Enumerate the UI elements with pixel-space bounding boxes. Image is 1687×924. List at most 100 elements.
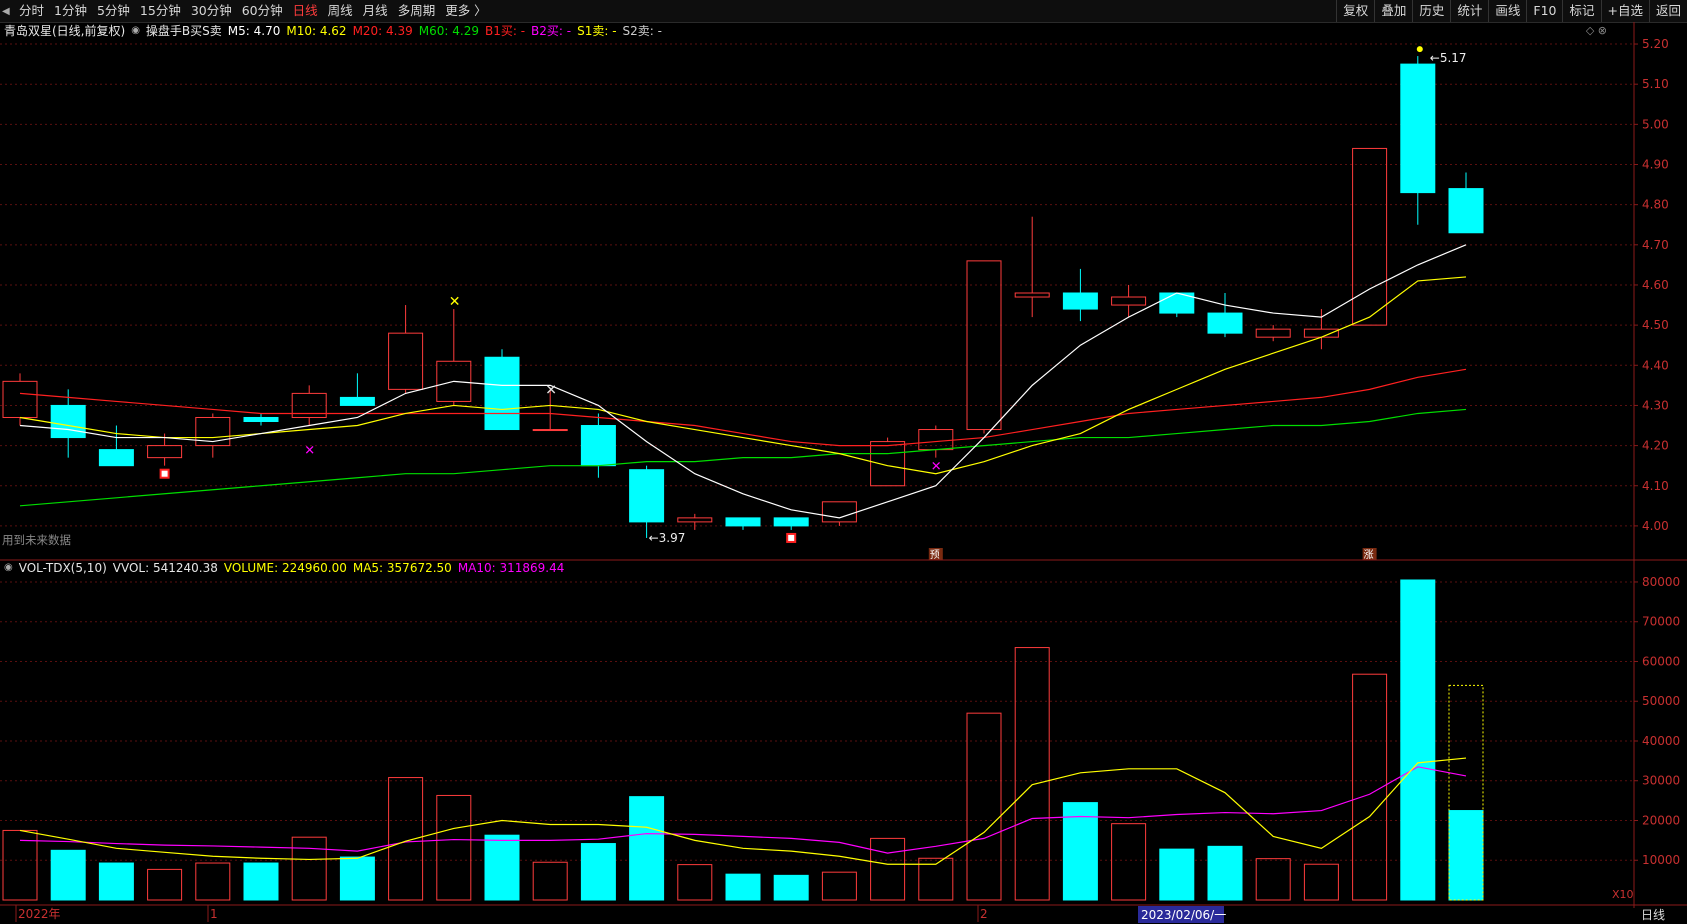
candle-body-14 (677, 517, 713, 523)
volume-chart: X10 (2, 579, 1634, 901)
vol-tick-label-5: 60000 (1642, 654, 1680, 668)
candle-body-15 (725, 517, 761, 527)
volume-bar-15 (725, 873, 761, 901)
volume-bar-11 (532, 861, 568, 901)
low-price-label: ←3.97 (649, 531, 686, 545)
volume-bar-6 (291, 836, 327, 901)
vol-tick-label-7: 80000 (1642, 575, 1680, 589)
volume-bar-30 (1448, 810, 1484, 901)
volume-bar-12 (580, 843, 616, 901)
price-tick-label-8: 4.80 (1642, 198, 1669, 212)
price-tick-label-0: 4.00 (1642, 519, 1669, 533)
candle-body-27 (1303, 328, 1339, 338)
low-marker-0 (159, 468, 170, 479)
candle-body-8 (388, 332, 424, 390)
candle-body-2 (98, 449, 134, 467)
volume-bar-2 (98, 862, 134, 901)
candle-body-16 (773, 517, 809, 527)
volume-bar-13 (629, 796, 665, 901)
volume-bar-18 (870, 837, 906, 901)
sell-signal-1: ✕ (545, 382, 557, 398)
volume-bar-24 (1159, 848, 1195, 901)
marker-yu: 预 (930, 549, 940, 561)
vol-tick-label-6: 70000 (1642, 615, 1680, 629)
vol-scale-label: X10 (1612, 888, 1634, 901)
period-label: 日线 (1641, 908, 1665, 922)
x-label-2: 2 (980, 907, 988, 921)
candle-body-11 (532, 429, 568, 432)
vol-ma5-line (19, 757, 1467, 865)
buy-signal-0: ✕ (304, 444, 315, 459)
volume-bar-10 (484, 834, 520, 901)
candle-body-26 (1255, 328, 1291, 338)
price-tick-label-6: 4.60 (1642, 278, 1669, 292)
candle-body-13 (629, 469, 665, 523)
ma10-line (19, 276, 1467, 475)
candle-body-20 (966, 260, 1002, 431)
candle-body-1 (50, 404, 86, 439)
candle-body-19 (918, 429, 954, 451)
candle-body-17 (821, 501, 857, 523)
volume-bar-4 (195, 862, 231, 901)
grid-lines (0, 43, 1634, 861)
volume-bar-29 (1400, 579, 1436, 901)
cursor-date: 2023/02/06/一 (1141, 908, 1226, 922)
candle-body-5 (243, 416, 279, 422)
price-tick-label-1: 4.10 (1642, 479, 1669, 493)
vol-ma10-line (19, 766, 1467, 854)
volume-bar-9 (436, 794, 472, 901)
volume-bar-27 (1303, 863, 1339, 901)
vol-tick-label-4: 50000 (1642, 694, 1680, 708)
candle-body-12 (580, 425, 616, 467)
low-marker-1 (786, 532, 797, 543)
candlestick-chart: ←5.17 ←3.97 ✕ ✕ ✕ ✕ 预 涨 (2, 46, 1484, 561)
candle-body-18 (870, 441, 906, 487)
candle-body-29 (1400, 63, 1436, 194)
volume-bar-5 (243, 862, 279, 901)
signal-dot (1416, 46, 1423, 53)
volume-bar-7 (339, 856, 375, 901)
volume-bar-14 (677, 864, 713, 901)
volume-bar-1 (50, 849, 86, 901)
candle-body-22 (1062, 292, 1098, 310)
candle-body-3 (147, 445, 183, 459)
price-tick-label-11: 5.10 (1642, 77, 1669, 91)
vol-tick-label-1: 20000 (1642, 813, 1680, 827)
volume-bar-16 (773, 874, 809, 901)
volume-bar-3 (147, 868, 183, 901)
candle-body-25 (1207, 312, 1243, 334)
volume-bar-26 (1255, 858, 1291, 901)
volume-bar-8 (388, 777, 424, 901)
vol-tick-label-3: 40000 (1642, 734, 1680, 748)
volume-bar-25 (1207, 845, 1243, 901)
candle-body-10 (484, 356, 520, 431)
stock-chart[interactable]: ←5.17 ←3.97 ✕ ✕ ✕ ✕ 预 涨 X10 4.00 4.10 4.20 4.30 4.4… (0, 0, 1687, 924)
x-label-1: 1 (210, 907, 218, 921)
candle-body-21 (1014, 292, 1050, 298)
price-tick-label-5: 4.50 (1642, 318, 1669, 332)
price-tick-label-9: 4.90 (1642, 158, 1669, 172)
buy-signal-1: ✕ (931, 460, 942, 475)
ma5-line (19, 244, 1467, 519)
candle-body-30 (1448, 188, 1484, 234)
price-tick-label-12: 5.20 (1642, 37, 1669, 51)
vol-tick-label-0: 10000 (1642, 853, 1680, 867)
volume-bar-21 (1014, 647, 1050, 901)
volume-bar-23 (1111, 823, 1147, 901)
high-price-label: ←5.17 (1430, 51, 1467, 65)
price-tick-label-10: 5.00 (1642, 117, 1669, 131)
candle-body-28 (1352, 147, 1388, 326)
marker-zhang: 涨 (1364, 549, 1374, 561)
price-tick-label-4: 4.40 (1642, 358, 1669, 372)
price-tick-label-7: 4.70 (1642, 238, 1669, 252)
price-tick-label-3: 4.30 (1642, 398, 1669, 412)
ma20-line (19, 368, 1467, 447)
candle-body-23 (1111, 296, 1147, 306)
future-data-note: 用到未来数据 (2, 533, 71, 547)
candle-body-7 (339, 396, 375, 406)
vol-tick-label-2: 30000 (1642, 774, 1680, 788)
x-label-0: 2022年 (18, 907, 61, 921)
price-tick-label-2: 4.20 (1642, 439, 1669, 453)
sell-signal-0: ✕ (449, 294, 461, 310)
volume-bar-17 (821, 871, 857, 901)
